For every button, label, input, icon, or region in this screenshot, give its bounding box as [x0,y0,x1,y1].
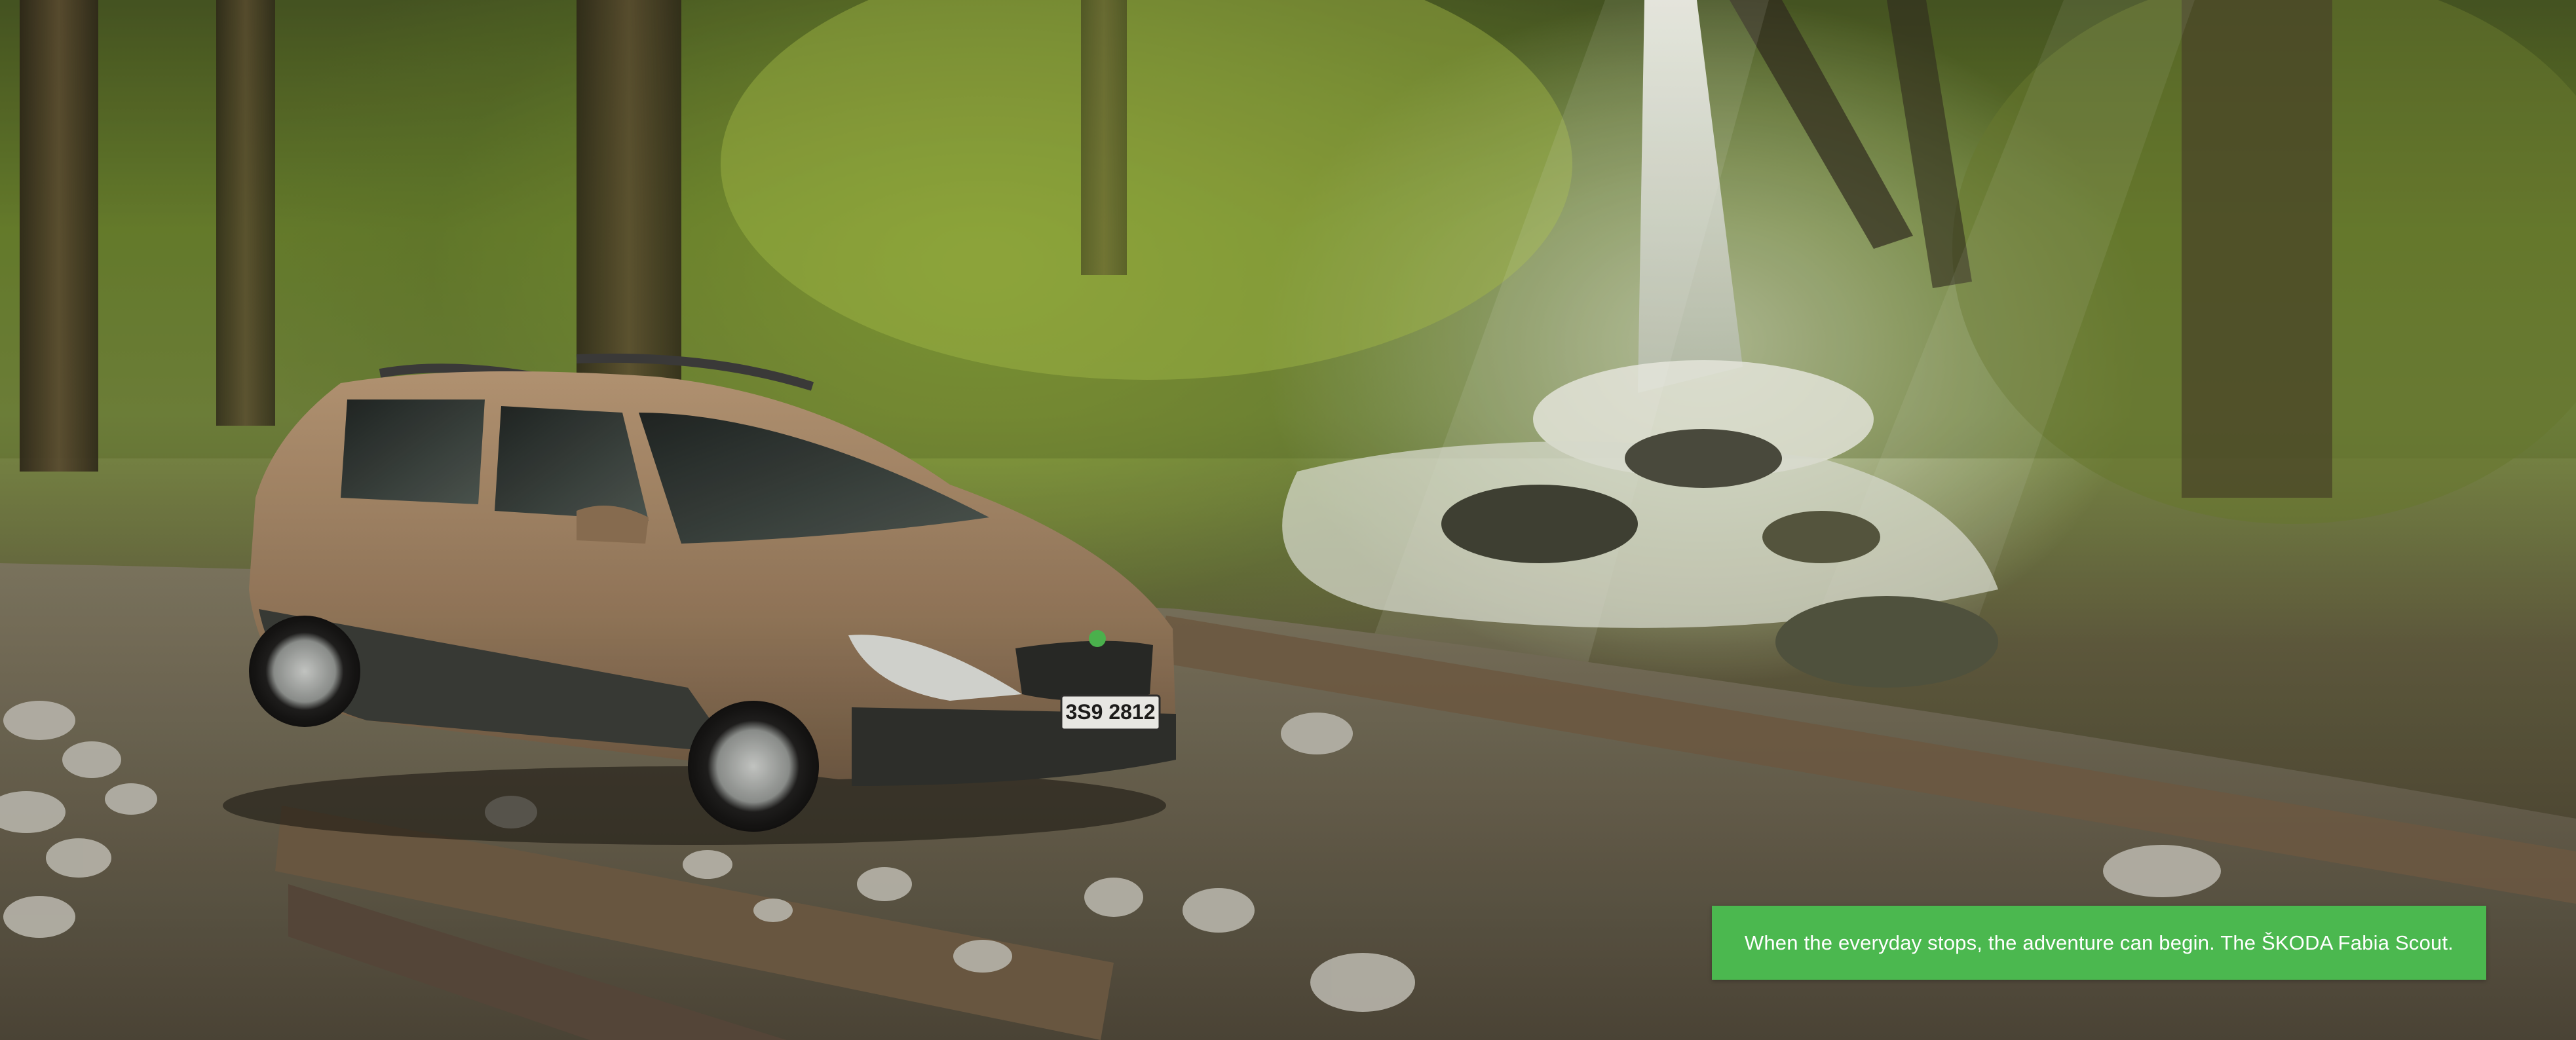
caption-banner: When the everyday stops, the adventure c… [1712,906,2486,980]
caption-text: When the everyday stops, the adventure c… [1744,931,2454,954]
forest-scene-illustration: 3S9 2812 [0,0,2576,1040]
hero-photo: 3S9 2812 When the everyday stops, the ad… [0,0,2576,1040]
